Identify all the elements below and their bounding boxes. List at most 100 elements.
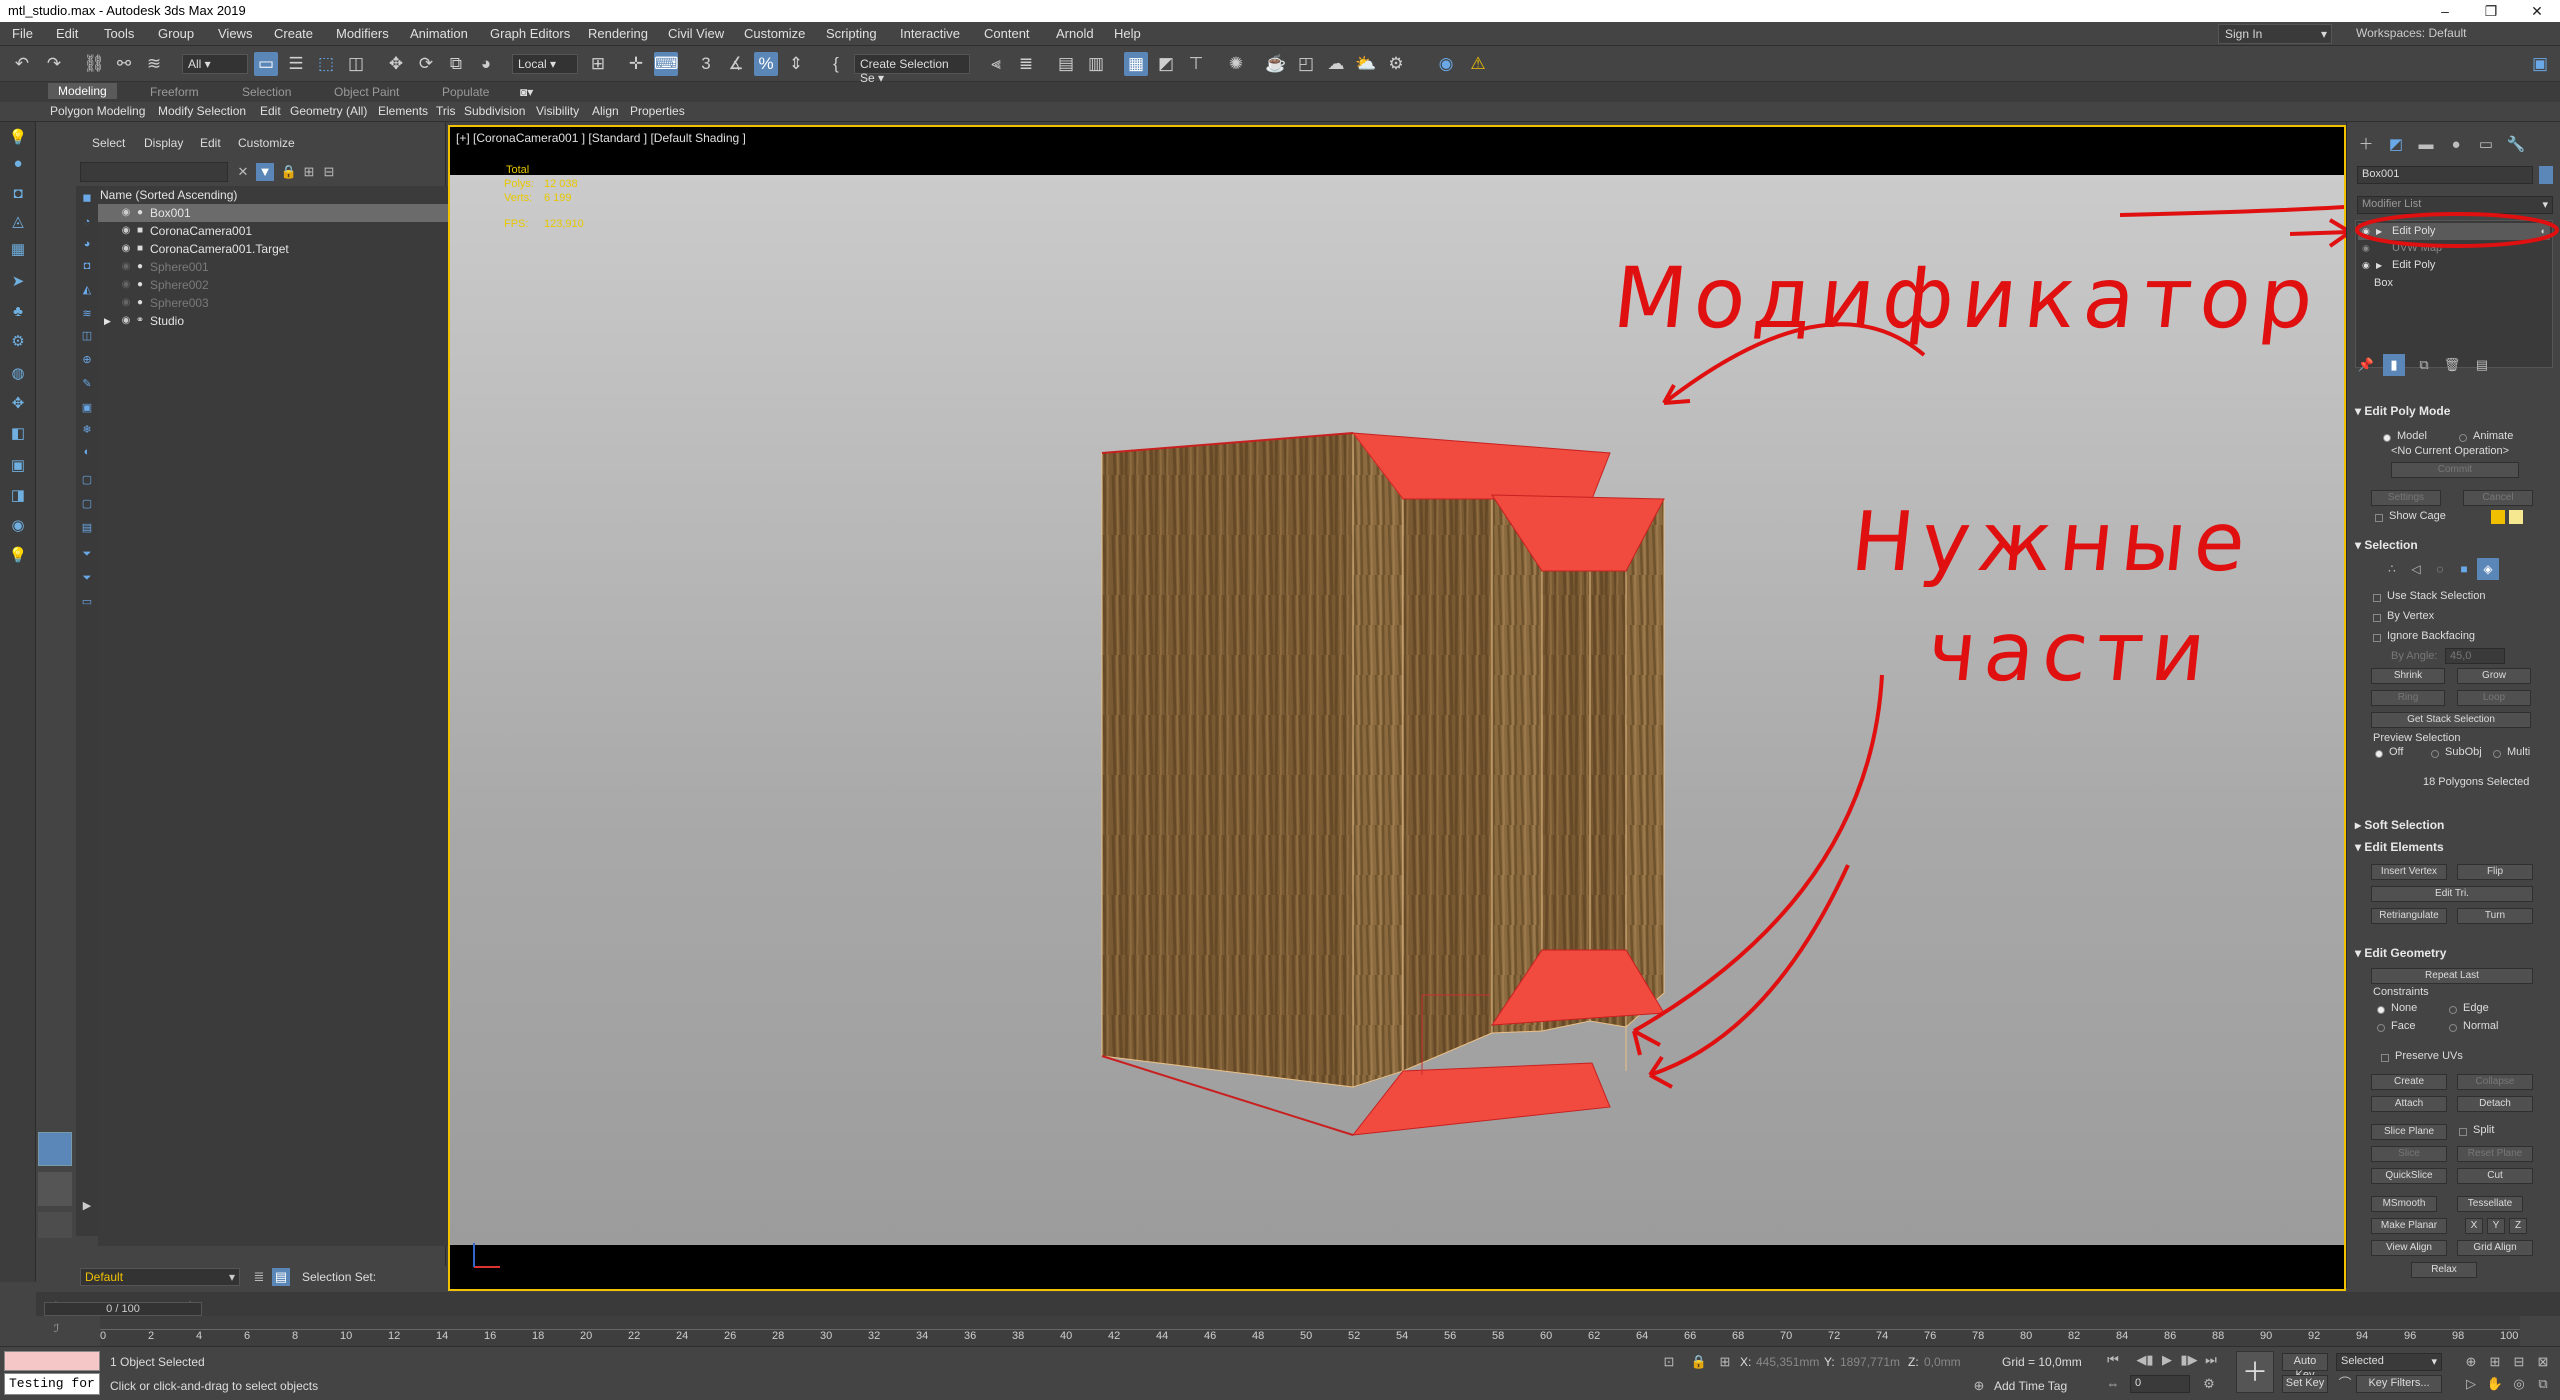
display-none-icon[interactable]: ▢ — [79, 496, 95, 512]
rollout-edit-poly-mode[interactable]: ▾ Edit Poly Mode — [2355, 402, 2555, 420]
layout-tab[interactable] — [38, 1172, 72, 1206]
cage-selected-color-swatch[interactable] — [2509, 510, 2523, 524]
constraint-face-radio[interactable] — [2377, 1024, 2385, 1032]
reset-plane-button[interactable]: Reset Plane — [2457, 1146, 2533, 1162]
auto-key-button[interactable]: Auto Key — [2282, 1353, 2328, 1381]
ribbon-edit[interactable]: Edit — [260, 104, 281, 118]
repeat-last-button[interactable]: Repeat Last — [2371, 968, 2533, 984]
shrink-button[interactable]: Shrink — [2371, 668, 2445, 684]
workspace-selector[interactable]: Workspaces: Default — [2356, 26, 2467, 40]
material-editor-icon[interactable]: ✺ — [1224, 52, 1248, 76]
layers-icon[interactable]: ≣ — [250, 1268, 268, 1286]
menu-group[interactable]: Group — [158, 26, 194, 41]
shapes-icon[interactable]: ◬ — [8, 212, 28, 232]
menu-content[interactable]: Content — [984, 26, 1030, 41]
display-icon[interactable]: ▣ — [8, 456, 28, 476]
explorer-menu-customize[interactable]: Customize — [238, 136, 295, 150]
next-frame-icon[interactable]: ▮▶ — [2180, 1351, 2198, 1369]
slice-button[interactable]: Slice — [2371, 1146, 2447, 1162]
invert-icon[interactable]: ▤ — [79, 520, 95, 536]
quickslice-button[interactable]: QuickSlice — [2371, 1168, 2447, 1184]
visibility-eye-icon[interactable]: ◉ — [120, 204, 132, 222]
layout-tab-grid[interactable] — [38, 1212, 72, 1238]
turn-button[interactable]: Turn — [2457, 908, 2533, 924]
polygon-mode-icon[interactable]: ■ — [2453, 558, 2475, 580]
tree-row-sphere003[interactable]: ◉ ● Sphere003 — [98, 294, 482, 312]
get-stack-selection-button[interactable]: Get Stack Selection — [2371, 712, 2531, 728]
layout-tab-active[interactable] — [38, 1132, 72, 1166]
detach-button[interactable]: Detach — [2457, 1096, 2533, 1112]
split-checkbox[interactable] — [2459, 1128, 2467, 1136]
curve-editor-icon[interactable]: ◩ — [1154, 52, 1178, 76]
menu-scripting[interactable]: Scripting — [826, 26, 877, 41]
filter-frozen-icon[interactable]: ❄ — [79, 422, 95, 438]
tree-row-sphere002[interactable]: ◉ ● Sphere002 — [98, 276, 482, 294]
visibility-eye-icon[interactable]: ◉ — [120, 276, 132, 294]
hierarchy-icon[interactable]: ⊞ — [300, 163, 318, 181]
rollout-soft-selection[interactable]: ▸ Soft Selection — [2355, 816, 2555, 834]
select-object-icon[interactable]: ▭ — [254, 52, 278, 76]
y-coordinate[interactable]: 1897,771m — [1840, 1355, 1900, 1369]
ignore-backfacing-checkbox[interactable] — [2373, 634, 2381, 642]
sign-in-dropdown[interactable]: Sign In ▾ — [2218, 24, 2332, 44]
rotate-icon[interactable]: ⟳ — [414, 52, 438, 76]
filter-cameras-icon[interactable]: ◘ — [79, 258, 95, 274]
ribbon-geometry-all[interactable]: Geometry (All) — [290, 104, 367, 118]
menu-customize[interactable]: Customize — [744, 26, 805, 41]
preview-subobj-radio[interactable] — [2431, 750, 2439, 758]
tessellate-button[interactable]: Tessellate — [2457, 1196, 2523, 1212]
planar-z-button[interactable]: Z — [2509, 1218, 2527, 1234]
element-mode-icon[interactable]: ◈ — [2477, 558, 2499, 580]
undo-icon[interactable]: ↶ — [10, 52, 34, 76]
show-end-result-icon[interactable]: ▮ — [2383, 354, 2405, 376]
filter-groups-icon[interactable]: ◫ — [79, 328, 95, 344]
move-icon[interactable]: ✥ — [384, 52, 408, 76]
keyboard-shortcut-override-icon[interactable]: ⌨ — [654, 52, 679, 76]
unlink-icon[interactable]: ⚯ — [112, 52, 136, 76]
current-frame-field[interactable]: 0 — [2130, 1375, 2190, 1393]
expand-triangle-icon[interactable]: ▶ — [2376, 257, 2382, 274]
scene-icon[interactable]: ◧ — [8, 424, 28, 444]
globe-icon[interactable]: ◍ — [8, 364, 28, 384]
corona-render-icon[interactable]: ◉ — [1434, 52, 1458, 76]
visibility-eye-icon[interactable]: ◉ — [120, 258, 132, 276]
set-key-button[interactable]: Set Key — [2282, 1375, 2328, 1393]
minimize-icon[interactable]: – — [2422, 0, 2468, 22]
edge-mode-icon[interactable]: ◁ — [2405, 558, 2427, 580]
rollout-edit-elements[interactable]: ▾ Edit Elements — [2355, 838, 2555, 856]
visibility-eye-icon[interactable]: ◉ — [120, 312, 132, 330]
pointer-icon[interactable]: ➤ — [8, 272, 28, 292]
menu-arnold[interactable]: Arnold — [1056, 26, 1094, 41]
field-of-view-icon[interactable]: ▷ — [2462, 1375, 2480, 1393]
ribbon-subdivision[interactable]: Subdivision — [464, 104, 525, 118]
stack-item-box[interactable]: Box — [2358, 275, 2550, 292]
tab-modeling[interactable]: Modeling — [48, 83, 117, 99]
menu-rendering[interactable]: Rendering — [588, 26, 648, 41]
ribbon-options-icon[interactable]: ◙▾ — [520, 85, 533, 99]
mirror-icon[interactable]: ⫷ — [984, 52, 1008, 76]
funnel-icon[interactable]: ⏷ — [79, 546, 95, 562]
camera-icon[interactable]: ◘ — [8, 184, 28, 204]
menu-interactive[interactable]: Interactive — [900, 26, 960, 41]
filter-hidden-icon[interactable]: ◐ — [79, 444, 95, 460]
attach-button[interactable]: Attach — [2371, 1096, 2447, 1112]
rollout-selection[interactable]: ▾ Selection — [2355, 536, 2555, 554]
set-keys-icon[interactable]: ＋ — [2236, 1351, 2274, 1393]
schematic-view-icon[interactable]: ⊤ — [1184, 52, 1208, 76]
ring-button[interactable]: Ring — [2371, 690, 2445, 706]
settings-button[interactable]: Settings — [2371, 490, 2441, 506]
insert-vertex-button[interactable]: Insert Vertex — [2371, 864, 2447, 880]
by-vertex-checkbox[interactable] — [2373, 614, 2381, 622]
eye-icon[interactable]: ◉ — [8, 516, 28, 536]
constraint-normal-radio[interactable] — [2449, 1024, 2457, 1032]
selection-lock-icon[interactable]: 🔒 — [1690, 1353, 1708, 1371]
key-selection-dropdown[interactable]: Selected ▾ — [2336, 1353, 2442, 1371]
go-to-start-icon[interactable]: ⏮ — [2104, 1351, 2122, 1369]
filter-containers-icon[interactable]: ▣ — [79, 400, 95, 416]
tree-row-sphere001[interactable]: ◉ ● Sphere001 — [98, 258, 482, 276]
add-time-tag[interactable]: Add Time Tag — [1994, 1379, 2067, 1393]
planar-x-button[interactable]: X — [2465, 1218, 2483, 1234]
relax-button[interactable]: Relax — [2411, 1262, 2477, 1278]
tree-row-camera-target[interactable]: ◉ ■ CoronaCamera001.Target — [98, 240, 482, 258]
object-name-field[interactable]: Box001 — [2357, 166, 2533, 184]
